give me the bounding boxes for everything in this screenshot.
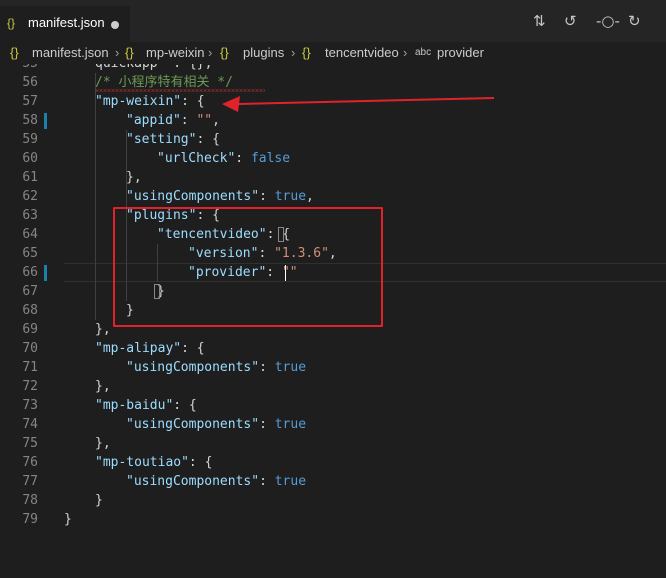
red-arrow-annotation (222, 96, 495, 112)
